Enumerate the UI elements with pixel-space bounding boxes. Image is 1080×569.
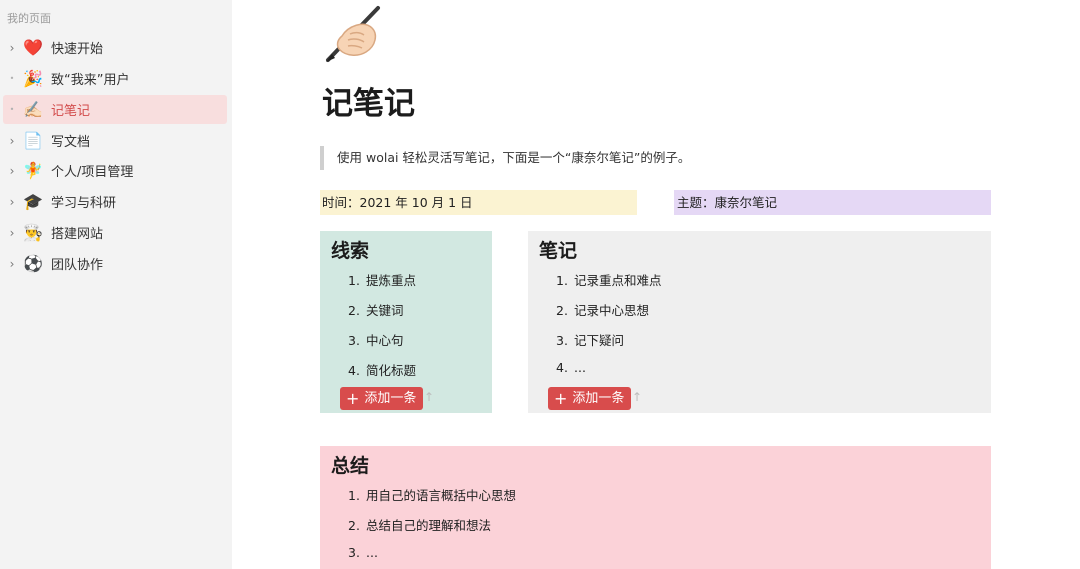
plus-icon: + <box>554 388 568 408</box>
list-item[interactable]: 1. 记录重点和难点 <box>556 270 662 289</box>
clues-title: 线索 <box>331 240 370 262</box>
bullet-icon: • <box>9 105 15 114</box>
list-item[interactable]: 3.... <box>348 545 378 560</box>
sidebar-item-website[interactable]: › 👨‍🍳 搭建网站 <box>3 218 227 247</box>
main-content: 记笔记 使用 wolai 轻松灵活写笔记，下面是一个“康奈尔笔记”的例子。 时间… <box>232 0 1080 569</box>
chevron-right-icon[interactable]: › <box>5 134 19 148</box>
add-item-button[interactable]: + 添加一条 <box>340 387 424 410</box>
sidebar: 我的页面 › ❤️ 快速开始 • 🎉 致“我来”用户 • ✍🏻 记笔记 › 📄 … <box>0 0 232 569</box>
sidebar-item-quick-start[interactable]: › ❤️ 快速开始 <box>3 33 227 62</box>
sidebar-item-team[interactable]: › ⚽ 团队协作 <box>3 249 227 278</box>
time-callout[interactable]: 时间：2021 年 10 月 1 日 <box>320 190 637 215</box>
sidebar-item-label: 团队协作 <box>51 258 104 273</box>
writing-hand-icon: ✍🏻 <box>23 99 43 119</box>
list-item[interactable]: 2. 关键词 <box>348 300 404 319</box>
soccer-ball-icon: ⚽ <box>23 253 43 273</box>
sidebar-item-label: 搭建网站 <box>51 227 104 242</box>
chevron-right-icon[interactable]: › <box>5 257 19 271</box>
graduation-cap-icon: 🎓 <box>23 191 43 211</box>
party-popper-icon: 🎉 <box>23 68 43 88</box>
sidebar-item-label: 个人/项目管理 <box>51 165 134 180</box>
plus-icon: + <box>346 388 360 408</box>
sidebar-item-label: 快速开始 <box>51 42 104 57</box>
chevron-right-icon[interactable]: › <box>5 164 19 178</box>
writing-hand-icon[interactable] <box>320 2 386 64</box>
heart-icon: ❤️ <box>23 37 43 57</box>
list-item[interactable]: 1. 用自己的语言概括中心思想 <box>348 485 516 504</box>
chevron-right-icon[interactable]: › <box>5 226 19 240</box>
chevron-right-icon[interactable]: › <box>5 195 19 209</box>
list-item[interactable]: 2. 总结自己的理解和想法 <box>348 515 491 534</box>
sidebar-item-label: 致“我来”用户 <box>51 73 130 88</box>
arrow-up-icon[interactable]: ↑ <box>632 390 642 404</box>
list-item[interactable]: 4. 简化标题 <box>348 360 416 379</box>
bullet-icon: • <box>9 74 15 83</box>
fairy-icon: 🧚 <box>23 160 43 180</box>
list-item[interactable]: 3. 记下疑问 <box>556 330 624 349</box>
quote-block[interactable]: 使用 wolai 轻松灵活写笔记，下面是一个“康奈尔笔记”的例子。 <box>320 146 690 170</box>
notes-title: 笔记 <box>539 240 578 262</box>
list-item[interactable]: 3. 中心句 <box>348 330 404 349</box>
topic-callout[interactable]: 主题：康奈尔笔记 <box>674 190 991 215</box>
list-item[interactable]: 1. 提炼重点 <box>348 270 416 289</box>
chef-icon: 👨‍🍳 <box>23 222 43 242</box>
summary-title: 总结 <box>331 455 370 477</box>
arrow-up-icon[interactable]: ↑ <box>424 390 434 404</box>
chevron-right-icon[interactable]: › <box>5 41 19 55</box>
sidebar-item-notes[interactable]: • ✍🏻 记笔记 <box>3 95 227 124</box>
sidebar-item-label: 学习与科研 <box>51 196 117 211</box>
clues-card: 线索 1. 提炼重点 2. 关键词 3. 中心句 4. 简化标题 + 添加一条 ↑ <box>320 231 492 413</box>
list-item[interactable]: 2. 记录中心思想 <box>556 300 649 319</box>
sidebar-item-welcome[interactable]: • 🎉 致“我来”用户 <box>3 64 227 93</box>
add-item-button[interactable]: + 添加一条 <box>548 387 632 410</box>
sidebar-item-label: 写文档 <box>51 135 91 150</box>
add-item-label: 添加一条 <box>364 391 417 406</box>
sidebar-item-study-research[interactable]: › 🎓 学习与科研 <box>3 187 227 216</box>
document-icon: 📄 <box>23 130 43 150</box>
sidebar-item-project-management[interactable]: › 🧚 个人/项目管理 <box>3 156 227 185</box>
sidebar-title: 我的页面 <box>7 12 51 25</box>
sidebar-item-docs[interactable]: › 📄 写文档 <box>3 126 227 155</box>
page-title: 记笔记 <box>322 86 415 122</box>
notes-card: 笔记 1. 记录重点和难点 2. 记录中心思想 3. 记下疑问 4.... + 添加一… <box>528 231 991 413</box>
sidebar-item-label: 记笔记 <box>51 104 91 119</box>
add-item-label: 添加一条 <box>572 391 625 406</box>
list-item[interactable]: 4.... <box>556 360 586 375</box>
summary-card: 总结 1. 用自己的语言概括中心思想 2. 总结自己的理解和想法 3.... <box>320 446 991 569</box>
